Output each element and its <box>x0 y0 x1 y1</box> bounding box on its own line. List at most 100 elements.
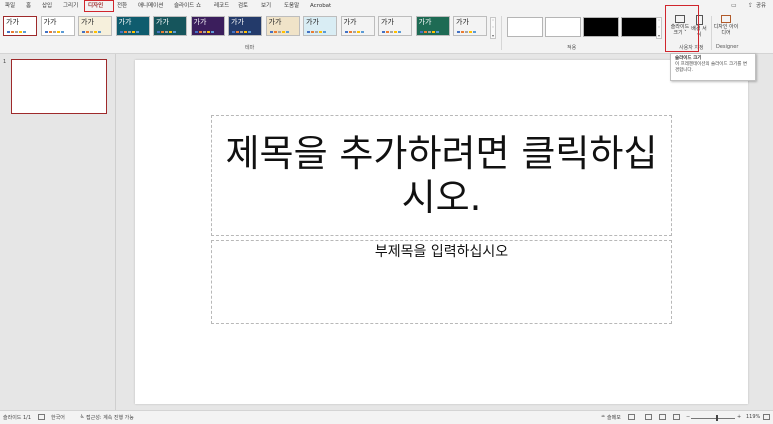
slide-size-highlight <box>665 5 699 52</box>
theme-sample-text: 가가 <box>156 18 169 26</box>
slide-canvas: 제목을 추가하려면 클릭하십시오. 부제목을 입력하십시오 <box>135 60 748 404</box>
theme-color-swatches <box>7 31 26 33</box>
variant-thumbnail[interactable] <box>621 17 657 37</box>
divider <box>501 16 502 50</box>
slide-counter: 슬라이드 1/1 <box>3 415 32 421</box>
theme-color-swatches <box>157 31 176 33</box>
zoom-slider[interactable] <box>691 418 735 419</box>
tab-acrobat[interactable]: Acrobat <box>310 2 331 10</box>
slide-thumbnail[interactable] <box>11 59 107 114</box>
theme-color-swatches <box>82 31 101 33</box>
zoom-in-icon[interactable]: + <box>737 414 741 420</box>
comment-icon[interactable]: ▭ <box>731 2 737 9</box>
theme-sample-text: 가가 <box>193 18 207 26</box>
ribbon: 가가 가가 가가 가가 가가 가가 가가 가가 가가 가가 가가 가가 가가 ˄ ˅ ▾ 테마 ˄ ˅ ▾ 적용… <box>0 13 773 54</box>
theme-color-swatches <box>307 31 326 33</box>
theme-thumbnail[interactable]: 가가 <box>415 16 450 36</box>
divider <box>711 16 712 50</box>
tab-insert[interactable]: 삽입 <box>42 2 52 10</box>
theme-color-swatches <box>382 31 401 33</box>
tab-file[interactable]: 파일 <box>5 2 15 10</box>
tab-draw[interactable]: 그리기 <box>63 2 78 10</box>
language-indicator[interactable]: 한국어 <box>51 414 65 421</box>
design-ideas-button[interactable]: 디자인 아이디어 <box>713 15 739 36</box>
design-ideas-icon <box>721 15 731 23</box>
themes-group-label: 테마 <box>245 45 255 51</box>
notes-button[interactable]: 슬메모 <box>607 414 621 421</box>
theme-sample-text: 가가 <box>343 18 357 26</box>
theme-sample-text: 가가 <box>268 18 282 26</box>
tab-view[interactable]: 보기 <box>261 2 271 10</box>
theme-color-swatches <box>119 31 139 33</box>
theme-thumbnail[interactable]: 가가 <box>228 16 262 36</box>
theme-color-swatches <box>44 31 64 33</box>
slide-thumbnail-pane: 1 <box>0 54 116 410</box>
theme-color-swatches <box>194 31 214 33</box>
share-icon[interactable]: ⇪ <box>748 2 753 9</box>
theme-color-swatches <box>344 31 364 33</box>
design-tab-highlight <box>84 0 114 12</box>
reading-view-icon[interactable] <box>659 414 666 420</box>
subtitle-text: 부제목을 입력하십시오 <box>374 244 509 260</box>
slide-sorter-icon[interactable] <box>645 414 652 420</box>
title-placeholder[interactable]: 제목을 추가하려면 클릭하십시오. <box>211 115 672 236</box>
theme-thumbnail[interactable]: 가가 <box>265 16 300 36</box>
variants-group-label: 적용 <box>567 45 577 51</box>
theme-thumbnail[interactable]: 가가 <box>303 16 337 36</box>
theme-thumbnail[interactable]: 가가 <box>78 16 112 36</box>
theme-sample-text: 가가 <box>231 18 244 26</box>
accessibility-status[interactable]: 접근성: 계속 진행 가능 <box>86 414 134 421</box>
variant-thumbnail[interactable] <box>545 17 581 37</box>
theme-thumbnail[interactable]: 가가 <box>190 16 225 36</box>
theme-thumbnail[interactable]: 가가 <box>115 16 150 36</box>
themes-gallery-scroll[interactable]: ˄ ˅ ▾ <box>490 17 496 39</box>
theme-sample-text: 가가 <box>118 18 132 26</box>
variant-thumbnail[interactable] <box>507 17 543 37</box>
tab-review[interactable]: 검토 <box>238 2 248 10</box>
menu-bar: 파일 홈 삽입 그리기 디자인 전환 애니메이션 슬라이드 쇼 레코드 검토 보… <box>0 0 773 13</box>
variants-gallery-scroll[interactable]: ˄ ˅ ▾ <box>656 17 662 39</box>
normal-view-icon[interactable] <box>628 414 635 420</box>
slide-size-tooltip: 슬라이드 크기 이 프레젠테이션의 슬라이드 크기를 변경합니다. <box>670 53 756 81</box>
zoom-out-icon[interactable]: − <box>686 414 690 420</box>
theme-sample-text: 가가 <box>43 18 57 26</box>
share-label[interactable]: 공유 <box>756 2 766 10</box>
fit-to-window-icon[interactable] <box>763 414 770 420</box>
notes-icon: ≐ <box>601 414 606 420</box>
accessibility-icon: ♿ <box>80 414 85 420</box>
theme-color-swatches <box>457 31 476 33</box>
subtitle-placeholder[interactable]: 부제목을 입력하십시오 <box>211 240 672 324</box>
tab-help[interactable]: 도움말 <box>284 2 299 10</box>
theme-color-swatches <box>419 31 439 33</box>
tab-animations[interactable]: 애니메이션 <box>138 2 163 10</box>
tab-record[interactable]: 레코드 <box>214 2 229 10</box>
theme-sample-text: 가가 <box>81 18 94 26</box>
spellcheck-icon[interactable] <box>38 414 45 420</box>
theme-thumbnail[interactable]: 가가 <box>453 16 487 36</box>
theme-thumbnail[interactable]: 가가 <box>153 16 187 36</box>
status-bar: 슬라이드 1/1 한국어 ♿ 접근성: 계속 진행 가능 ≐ 슬메모 − + 1… <box>0 410 773 424</box>
theme-sample-text: 가가 <box>306 18 319 26</box>
theme-sample-text: 가가 <box>381 18 394 26</box>
theme-thumbnail[interactable]: 가가 <box>378 16 412 36</box>
theme-thumbnail[interactable]: 가가 <box>3 16 37 36</box>
design-ideas-label: 디자인 아이디어 <box>713 24 739 36</box>
theme-sample-text: 가가 <box>418 18 432 26</box>
variant-thumbnail[interactable] <box>583 17 619 37</box>
tooltip-body: 이 프레젠테이션의 슬라이드 크기를 변경합니다. <box>675 62 747 73</box>
theme-color-swatches <box>232 31 251 33</box>
title-text: 제목을 추가하려면 클릭하십시오. <box>225 131 658 219</box>
slide-number: 1 <box>3 59 7 65</box>
zoom-level[interactable]: 119% <box>746 414 760 420</box>
tab-home[interactable]: 홈 <box>26 2 31 10</box>
tab-slideshow[interactable]: 슬라이드 쇼 <box>174 2 201 10</box>
theme-sample-text: 가가 <box>6 18 19 26</box>
zoom-slider-thumb[interactable] <box>716 415 718 421</box>
slideshow-icon[interactable] <box>673 414 680 420</box>
tab-transitions[interactable]: 전환 <box>117 2 127 10</box>
theme-sample-text: 가가 <box>456 18 469 26</box>
theme-thumbnail[interactable]: 가가 <box>340 16 375 36</box>
theme-color-swatches <box>269 31 289 33</box>
designer-group-label: Designer <box>716 44 739 50</box>
theme-thumbnail[interactable]: 가가 <box>40 16 75 36</box>
